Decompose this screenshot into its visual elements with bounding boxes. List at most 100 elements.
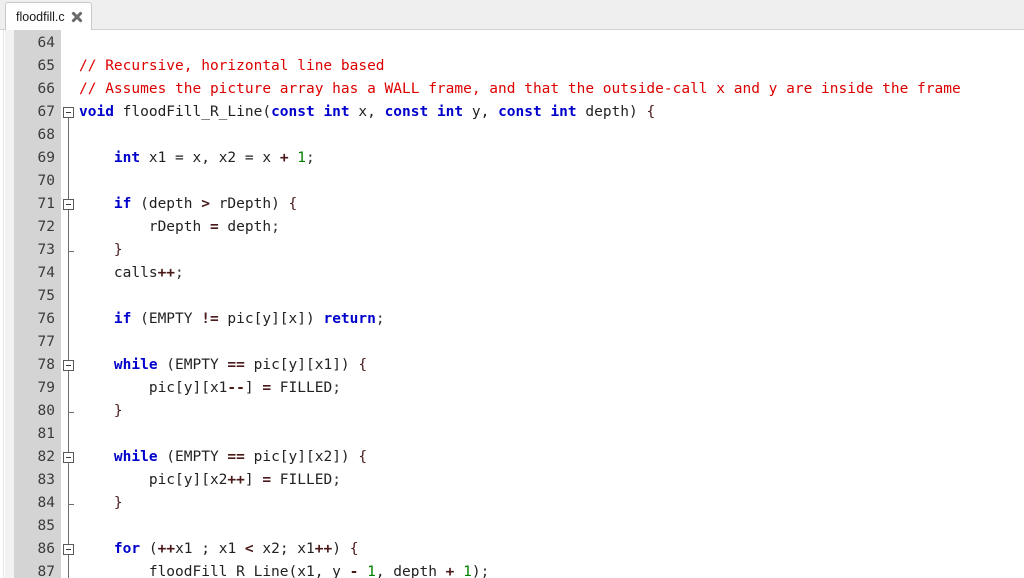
code-token-pln: pic[y][x2 [79,472,228,488]
code-token-pln: y, [463,104,499,120]
line-number: 77 [37,334,55,350]
code-line[interactable]: while (EMPTY == pic[y][x1]) { [79,354,367,377]
fold-toggle-icon[interactable] [63,452,74,463]
fold-end-marker [68,251,74,252]
code-token-pln [289,150,298,166]
code-line[interactable]: floodFill_R_Line(x1, y - 1, depth + 1); [79,561,490,578]
code-token-brc: { [358,357,368,373]
line-number: 72 [37,219,55,235]
code-token-pln: x1 ; x1 [175,541,245,557]
code-token-pln: FILLED [271,472,333,488]
code-token-pln: rDepth [79,219,210,235]
code-token-brc: { [288,196,298,212]
code-token-kw: while [113,357,158,373]
fold-toggle-icon[interactable] [63,107,74,118]
code-line[interactable]: for (++x1 ; x1 < x2; x1++) { [79,538,359,561]
code-token-kw: void [79,104,114,120]
line-number: 64 [37,35,55,51]
code-token-pln [79,495,114,511]
code-token-pln: x1 = x, x2 = x [140,150,280,166]
code-token-op: ++ [157,265,176,281]
code-token-pln: (EMPTY [131,311,202,327]
line-number: 79 [37,380,55,396]
editor-edge-strip [0,30,4,578]
code-token-kw: for [113,541,141,557]
code-token-pln: pic[y][x]) [218,311,324,327]
code-line[interactable]: } [79,239,123,262]
line-number: 84 [37,495,55,511]
line-number: 71 [37,196,55,212]
code-line[interactable]: pic[y][x1--] = FILLED; [79,377,341,400]
code-token-pln: x, [349,104,385,120]
bookmark-margin[interactable] [5,30,14,578]
code-token-pln: FILLED [271,380,333,396]
code-token-pln [79,357,114,373]
code-token-brc: } [113,495,123,511]
line-number: 76 [37,311,55,327]
code-token-cmt: // Recursive, horizontal line based [79,58,385,74]
code-token-op: + [279,150,289,166]
code-token-pln: pic[y][x2]) [244,449,359,465]
code-token-brc: { [349,541,359,557]
code-editor[interactable]: 64 65 // Recursive, horizontal line based 6… [0,30,1024,578]
code-token-pln [79,403,114,419]
code-token-pln [79,311,114,327]
code-token-pln [454,564,463,578]
code-token-pln: depth) [576,104,647,120]
code-token-pln: rDepth) [209,196,289,212]
fold-toggle-icon[interactable] [63,360,74,371]
code-token-pln: pic[y][x1]) [244,357,359,373]
line-number: 68 [37,127,55,143]
line-number: 81 [37,426,55,442]
code-token-pln [358,564,367,578]
code-line[interactable]: while (EMPTY == pic[y][x2]) { [79,446,367,469]
code-line[interactable]: // Recursive, horizontal line based [79,55,385,78]
code-token-kw: while [113,449,158,465]
code-line[interactable]: void floodFill_R_Line(const int x, const… [79,101,655,124]
code-token-op: ++ [157,541,176,557]
code-line[interactable]: } [79,400,123,423]
fold-range-line [68,118,69,578]
code-line[interactable]: rDepth = depth; [79,216,280,239]
fold-toggle-icon[interactable] [63,544,74,555]
code-token-kw: if [113,311,132,327]
line-number: 86 [37,541,55,557]
code-token-pln [79,449,114,465]
code-token-op: == [227,357,245,373]
code-line[interactable]: } [79,492,123,515]
code-token-brc: { [358,449,368,465]
code-token-pln: ( [140,541,158,557]
fold-toggle-icon[interactable] [63,199,74,210]
code-token-pnc: ; [332,380,341,396]
code-token-brc: { [646,104,656,120]
code-line[interactable]: if (EMPTY != pic[y][x]) return; [79,308,385,331]
close-icon[interactable] [72,11,83,22]
line-number: 78 [37,357,55,373]
line-number: 66 [37,81,55,97]
code-token-op: > [201,196,210,212]
line-number: 87 [37,564,55,578]
code-token-op: = [262,472,272,488]
line-number: 70 [37,173,55,189]
code-token-pln [79,541,114,557]
line-number: 73 [37,242,55,258]
code-line[interactable]: // Assumes the picture array has a WALL … [79,78,961,101]
code-token-kw: const int [498,104,577,120]
code-line[interactable]: calls++; [79,262,184,285]
code-token-pln: depth [218,219,272,235]
code-token-pln: , depth [375,564,446,578]
tab-label: floodfill.c [16,9,65,24]
code-token-pln: (EMPTY [157,449,228,465]
code-line[interactable]: if (depth > rDepth) { [79,193,297,216]
code-token-num: 1 [297,150,307,166]
code-token-pnc: ; [375,311,385,327]
fold-range-line [68,555,69,578]
code-line[interactable]: int x1 = x, x2 = x + 1; [79,147,315,170]
code-token-op: ++ [227,472,245,488]
tab-floodfill-c[interactable]: floodfill.c [5,2,92,30]
code-token-cmt: // Assumes the picture array has a WALL … [79,81,961,97]
code-token-pln: ) [332,541,350,557]
code-line[interactable]: pic[y][x2++] = FILLED; [79,469,341,492]
code-token-op: -- [227,380,245,396]
line-number: 85 [37,518,55,534]
